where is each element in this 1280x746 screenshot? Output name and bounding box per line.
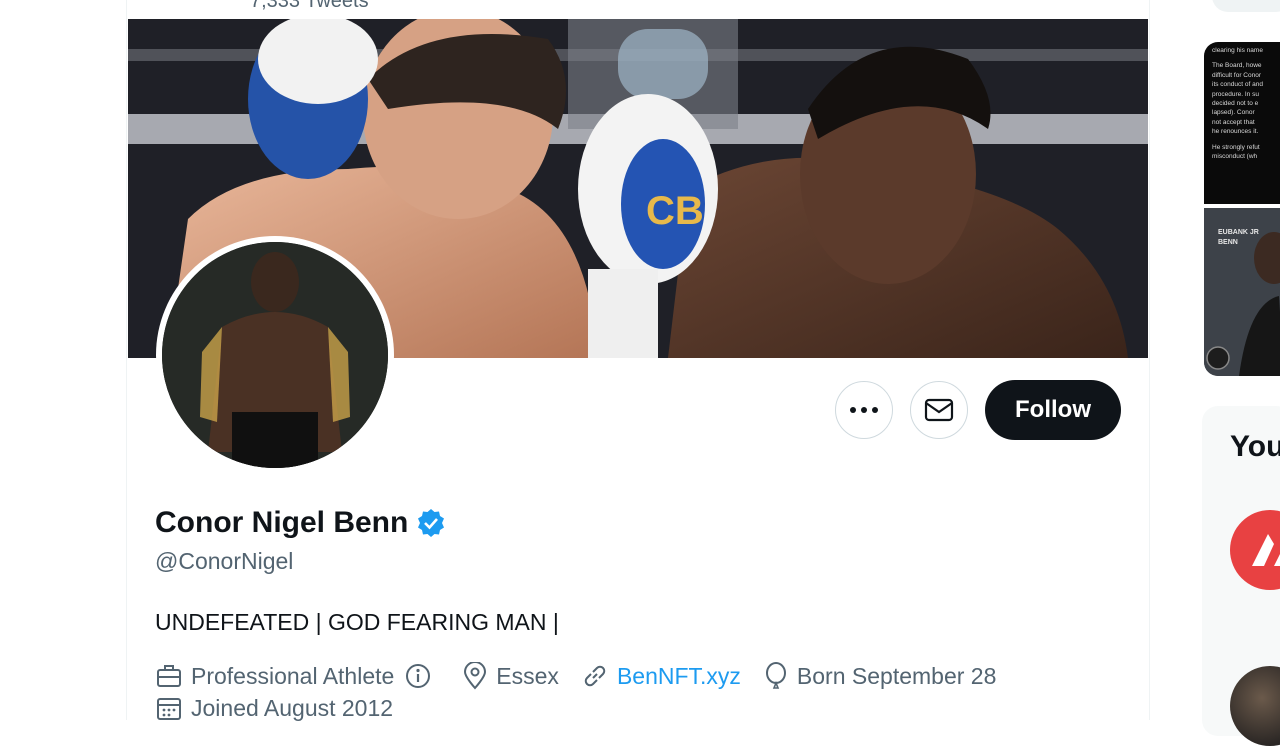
profile-name-row: Conor Nigel Benn bbox=[155, 506, 446, 540]
avatar-figure bbox=[162, 242, 388, 468]
profile-handle: @ConorNigel bbox=[155, 548, 294, 574]
avatar-image bbox=[162, 242, 388, 468]
verified-badge-icon[interactable] bbox=[416, 508, 446, 538]
link-icon bbox=[584, 665, 606, 687]
tweets-count: 7,333 Tweets bbox=[250, 0, 369, 12]
statement-text-block: clearing his name The Board, howe difficul… bbox=[1212, 46, 1280, 161]
meta-joined: Joined August 2012 bbox=[155, 694, 393, 722]
media-thumbnail-statement[interactable]: clearing his name The Board, howe difficul… bbox=[1204, 42, 1280, 204]
balloon-icon bbox=[765, 662, 786, 689]
statement-line: decided not to e bbox=[1212, 100, 1259, 108]
statement-line: misconduct (wh bbox=[1212, 153, 1258, 161]
meta-location-label: Essex bbox=[496, 662, 559, 689]
right-sidebar: clearing his name The Board, howe difficul… bbox=[1150, 0, 1280, 736]
profile-name: Conor Nigel Benn bbox=[155, 506, 409, 539]
profile-bio: UNDEFEATED | GOD FEARING MAN | bbox=[155, 609, 559, 635]
avalanche-icon bbox=[1252, 534, 1280, 566]
statement-line: he renounces it. bbox=[1212, 128, 1259, 136]
website-link[interactable]: BenNFT.xyz bbox=[617, 663, 741, 690]
search-bar-edge[interactable] bbox=[1212, 0, 1280, 12]
statement-line: clearing his name bbox=[1212, 47, 1263, 54]
statement-line: lapsed). Conor bbox=[1212, 109, 1255, 117]
meta-birthday-label: Born September 28 bbox=[796, 662, 997, 689]
statement-line: difficult for Conor bbox=[1212, 71, 1262, 79]
statement-line: not accept that bbox=[1212, 118, 1255, 126]
sidebar-section-heading: You bbox=[1230, 430, 1280, 463]
message-button[interactable] bbox=[910, 381, 968, 439]
meta-category: Professional Athlete bbox=[155, 662, 440, 690]
svg-text:CB: CB bbox=[646, 189, 704, 233]
briefcase-icon bbox=[157, 665, 181, 687]
statement-line: procedure. In su bbox=[1212, 90, 1259, 98]
poster-text: EUBANK JR BENN bbox=[1218, 228, 1259, 248]
meta-website[interactable]: BenNFT.xyz bbox=[581, 662, 741, 690]
calendar-icon bbox=[157, 698, 181, 720]
more-options-button[interactable] bbox=[835, 381, 893, 439]
more-icon bbox=[850, 407, 878, 413]
statement-line: He strongly refut bbox=[1212, 143, 1260, 151]
avalanche-logo-avatar[interactable] bbox=[1230, 510, 1280, 590]
media-thumbnail-poster[interactable]: EUBANK JR BENN bbox=[1204, 208, 1280, 376]
profile-avatar[interactable] bbox=[156, 236, 394, 474]
meta-location: Essex bbox=[462, 662, 559, 690]
meta-joined-label: Joined August 2012 bbox=[191, 694, 394, 721]
poster-line-1: EUBANK JR bbox=[1218, 229, 1259, 236]
statement-line: its conduct of and bbox=[1212, 81, 1263, 89]
meta-category-label: Professional Athlete bbox=[191, 662, 395, 689]
follow-button[interactable]: Follow bbox=[985, 380, 1121, 440]
profile-meta-row: Professional Athlete Essex BenNFT.xyz Bo… bbox=[155, 662, 1018, 690]
location-pin-icon bbox=[464, 662, 487, 690]
poster-line-2: BENN bbox=[1218, 239, 1238, 246]
left-gutter bbox=[0, 0, 126, 720]
info-icon[interactable] bbox=[404, 662, 432, 690]
mail-icon bbox=[924, 398, 954, 422]
statement-line: The Board, howe bbox=[1212, 62, 1262, 70]
meta-birthday: Born September 28 bbox=[763, 662, 996, 690]
